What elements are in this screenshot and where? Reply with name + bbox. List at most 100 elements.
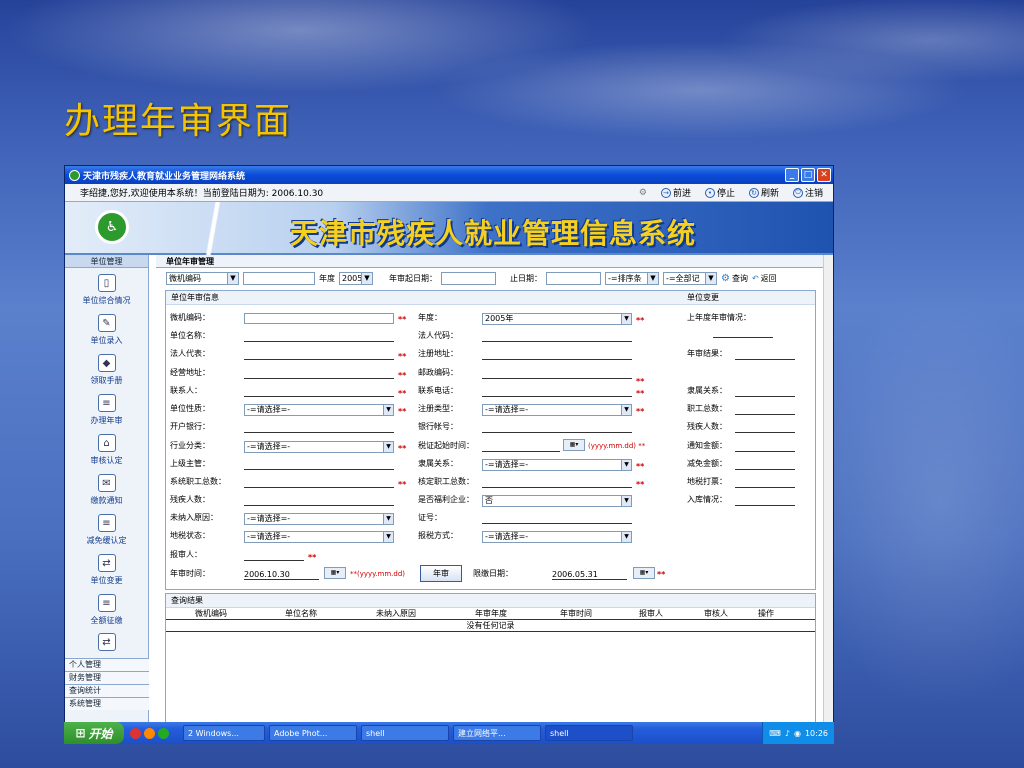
sidebar-group-finance[interactable]: 财务管理 — [65, 671, 149, 684]
disabled-count-input[interactable] — [244, 495, 394, 506]
banner-title: 天津市残疾人就业管理信息系统 — [290, 217, 697, 250]
sidebar-header[interactable]: 单位管理 — [65, 255, 148, 268]
sidebar-item-audit[interactable]: ⌂ 审核认定 — [65, 428, 148, 468]
taskbar-item-network[interactable]: 建立网络平... — [453, 725, 541, 741]
sidebar-item-unit-change[interactable]: ⇄ 单位变更 — [65, 548, 148, 588]
review-time-input[interactable]: 2006.10.30 — [244, 569, 319, 580]
phone-input[interactable] — [482, 386, 632, 397]
taskbar-item-windows[interactable]: 2 Windows... — [183, 725, 265, 741]
calendar-button[interactable]: ▦▾ — [633, 567, 655, 579]
app-logo-icon — [69, 169, 80, 181]
quick-launch — [130, 727, 169, 739]
taskbar-item-shell-active[interactable]: shell — [545, 725, 633, 741]
welfare-select[interactable]: 否 ▼ — [482, 495, 632, 507]
industry-select[interactable]: -=请选择=- ▼ — [244, 441, 394, 453]
back-button[interactable]: ↶ 返回 — [752, 273, 777, 284]
tax-status-select[interactable]: -=请选择=- ▼ — [244, 531, 394, 543]
query-button[interactable]: ⚙ 查询 — [721, 273, 748, 284]
contact-input[interactable] — [244, 386, 394, 397]
approved-staff-input[interactable] — [482, 477, 632, 488]
sidebar-item-more[interactable]: ⇄ — [65, 628, 148, 656]
sidebar-group-query[interactable]: 查询统计 — [65, 684, 149, 697]
sidebar-item-entry[interactable]: ✎ 单位录入 — [65, 308, 148, 348]
bank-input[interactable] — [244, 422, 394, 433]
sidebar-item-overview[interactable]: ▯ 单位综合情况 — [65, 268, 148, 308]
sidebar-item-reduction[interactable]: ≡ 减免缓认定 — [65, 508, 148, 548]
account-input[interactable] — [482, 422, 632, 433]
col-reporter[interactable]: 报审人 — [616, 608, 686, 619]
sidebar-groups: 个人管理 财务管理 查询统计 系统管理 — [65, 658, 149, 710]
chevron-down-icon: ▼ — [621, 314, 631, 324]
end-date-input[interactable] — [546, 271, 601, 285]
disc-icon: ◆ — [97, 354, 116, 372]
sidebar-item-handbook[interactable]: ◆ 领取手册 — [65, 348, 148, 388]
annual-review-submit-button[interactable]: 年审 — [420, 565, 462, 582]
total-staff-input[interactable] — [244, 477, 394, 488]
app-window: 天津市残疾人教育就业业务管理网络系统 _ □ ✕ 李绍捷,您好,欢迎使用本系统！… — [64, 165, 834, 743]
tax-start-input[interactable] — [482, 441, 560, 452]
chevron-down-icon: ▼ — [621, 532, 631, 542]
results-panel: 查询结果 微机编码 单位名称 未纳入原因 年审年度 年审时间 报审人 审核人 操… — [165, 593, 816, 739]
col-unit-name[interactable]: 单位名称 — [256, 608, 346, 619]
chevron-down-icon: ▼ — [621, 405, 631, 415]
legal-rep-input[interactable] — [244, 349, 394, 360]
minimize-button[interactable]: _ — [785, 168, 799, 182]
sidebar-group-personal[interactable]: 个人管理 — [65, 658, 149, 671]
sidebar-group-system[interactable]: 系统管理 — [65, 697, 149, 710]
chevron-down-icon: ▼ — [227, 272, 238, 284]
year-form-select[interactable]: 2005年 ▼ — [482, 313, 632, 325]
network-icon[interactable]: ◉ — [794, 729, 801, 738]
reg-type-select[interactable]: -=请选择=- ▼ — [482, 404, 632, 416]
start-button[interactable]: ⊞ 开始 — [64, 722, 124, 744]
col-action[interactable]: 操作 — [746, 608, 786, 619]
refresh-button[interactable]: ↻ 刷新 — [748, 186, 779, 199]
col-auditor[interactable]: 审核人 — [686, 608, 746, 619]
clock[interactable]: 10:26 — [805, 729, 828, 738]
label-welfare: 是否福利企业： — [418, 495, 474, 504]
taskbar-item-shell[interactable]: shell — [361, 725, 449, 741]
label-review-time: 年审时间： — [170, 569, 210, 578]
app-icon[interactable] — [158, 727, 169, 739]
vertical-scrollbar[interactable] — [823, 255, 833, 742]
unit-name-input[interactable] — [244, 331, 394, 342]
cert-no-input[interactable] — [482, 513, 632, 524]
stop-button[interactable]: • 停止 — [704, 186, 735, 199]
unit-nature-select[interactable]: -=请选择=- ▼ — [244, 404, 394, 416]
volume-icon[interactable]: ♪ — [785, 729, 790, 738]
forward-button[interactable]: → 前进 — [660, 186, 691, 199]
start-date-input[interactable] — [441, 271, 496, 285]
sidebar-item-annual-review[interactable]: ≡ 办理年审 — [65, 388, 148, 428]
computer-code-input[interactable] — [244, 313, 394, 324]
sort-select[interactable]: -=排序条 ▼ — [605, 271, 659, 285]
search-keyword-input[interactable] — [243, 271, 315, 285]
col-review-time[interactable]: 年审时间 — [536, 608, 616, 619]
col-review-year[interactable]: 年审年度 — [446, 608, 536, 619]
address-input[interactable] — [244, 368, 394, 379]
opera-icon[interactable] — [130, 727, 141, 739]
year-select[interactable]: 2005 ▼ — [339, 271, 373, 285]
sidebar-item-payment-notice[interactable]: ✉ 缴款通知 — [65, 468, 148, 508]
taskbar-item-photoshop[interactable]: Adobe Phot... — [269, 725, 357, 741]
close-button[interactable]: ✕ — [817, 168, 831, 182]
postcode-input[interactable] — [482, 368, 632, 379]
calendar-button[interactable]: ▦▾ — [563, 439, 585, 451]
search-field-select[interactable]: 微机编码 ▼ — [166, 271, 239, 285]
deadline-input[interactable]: 2006.05.31 — [552, 569, 627, 580]
keyboard-icon[interactable]: ⌨ — [769, 729, 781, 738]
col-reason[interactable]: 未纳入原因 — [346, 608, 446, 619]
legal-code-input[interactable] — [482, 331, 632, 342]
filter-select[interactable]: -=全部记 ▼ — [663, 271, 717, 285]
affiliation-select[interactable]: -=请选择=- ▼ — [482, 459, 632, 471]
reporter-input[interactable] — [244, 550, 304, 561]
calendar-button[interactable]: ▦▾ — [324, 567, 346, 579]
tax-method-select[interactable]: -=请选择=- ▼ — [482, 531, 632, 543]
reg-address-input[interactable] — [482, 349, 632, 360]
sidebar-item-full-collection[interactable]: ≡ 全额征缴 — [65, 588, 148, 628]
logout-button[interactable]: ⏻ 注销 — [792, 186, 823, 199]
supervisor-input[interactable] — [244, 459, 394, 470]
col-computer-code[interactable]: 微机编码 — [166, 608, 256, 619]
maximize-button[interactable]: □ — [801, 168, 815, 182]
mail-icon: ✉ — [97, 474, 116, 492]
reason-select[interactable]: -=请选择=- ▼ — [244, 513, 394, 525]
app-icon[interactable] — [144, 727, 155, 739]
